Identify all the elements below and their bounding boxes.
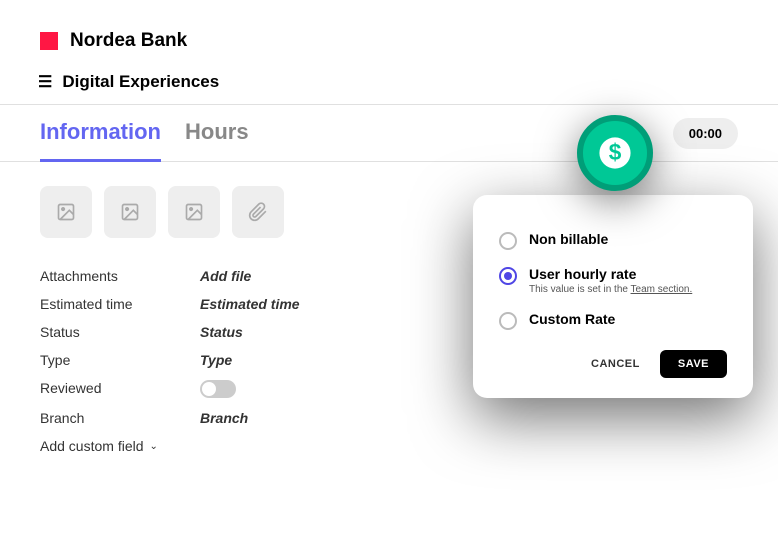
logo-square	[40, 32, 58, 50]
radio-sublabel: This value is set in the Team section.	[529, 284, 692, 295]
image-icon	[56, 202, 76, 222]
svg-text:$: $	[609, 139, 622, 165]
reviewed-toggle[interactable]	[200, 380, 236, 398]
page-title: Nordea Bank	[70, 30, 187, 52]
image-icon	[184, 202, 204, 222]
breadcrumb: Digital Experiences	[62, 72, 219, 92]
radio-label: Non billable	[529, 231, 608, 247]
billing-rate-icon-button[interactable]: $	[577, 115, 653, 191]
team-section-link[interactable]: Team section.	[631, 284, 693, 295]
radio-label: Custom Rate	[529, 311, 615, 327]
attachment-button[interactable]	[232, 186, 284, 238]
radio-non-billable[interactable]: Non billable	[499, 223, 727, 258]
field-label: Attachments	[40, 268, 200, 284]
field-label: Branch	[40, 410, 200, 426]
field-branch[interactable]: Branch Branch	[40, 404, 738, 432]
timer-badge[interactable]: 00:00	[673, 118, 738, 149]
toggle-knob	[202, 382, 216, 396]
field-label: Status	[40, 324, 200, 340]
field-label: Type	[40, 352, 200, 368]
tab-information[interactable]: Information	[40, 105, 161, 162]
tab-hours[interactable]: Hours	[185, 105, 249, 161]
image-thumbnail-2[interactable]	[104, 186, 156, 238]
field-label: Reviewed	[40, 380, 200, 398]
image-thumbnail-3[interactable]	[168, 186, 220, 238]
hamburger-icon[interactable]: ☰	[38, 72, 52, 92]
chevron-down-icon: ⌄	[150, 441, 158, 452]
dollar-icon: $	[598, 136, 632, 170]
radio-icon	[499, 232, 517, 250]
radio-user-hourly-rate[interactable]: User hourly rate This value is set in th…	[499, 258, 727, 303]
billing-rate-modal: Non billable User hourly rate This value…	[473, 195, 753, 398]
cancel-button[interactable]: CANCEL	[581, 350, 650, 378]
field-value: Branch	[200, 410, 738, 426]
add-custom-label: Add custom field	[40, 438, 144, 454]
radio-label: User hourly rate	[529, 266, 692, 282]
paperclip-icon	[248, 202, 268, 222]
field-label: Estimated time	[40, 296, 200, 312]
save-button[interactable]: SAVE	[660, 350, 727, 378]
radio-icon	[499, 312, 517, 330]
radio-icon	[499, 267, 517, 285]
image-icon	[120, 202, 140, 222]
add-custom-field-button[interactable]: Add custom field ⌄	[40, 432, 738, 460]
image-thumbnail-1[interactable]	[40, 186, 92, 238]
radio-custom-rate[interactable]: Custom Rate	[499, 303, 727, 338]
